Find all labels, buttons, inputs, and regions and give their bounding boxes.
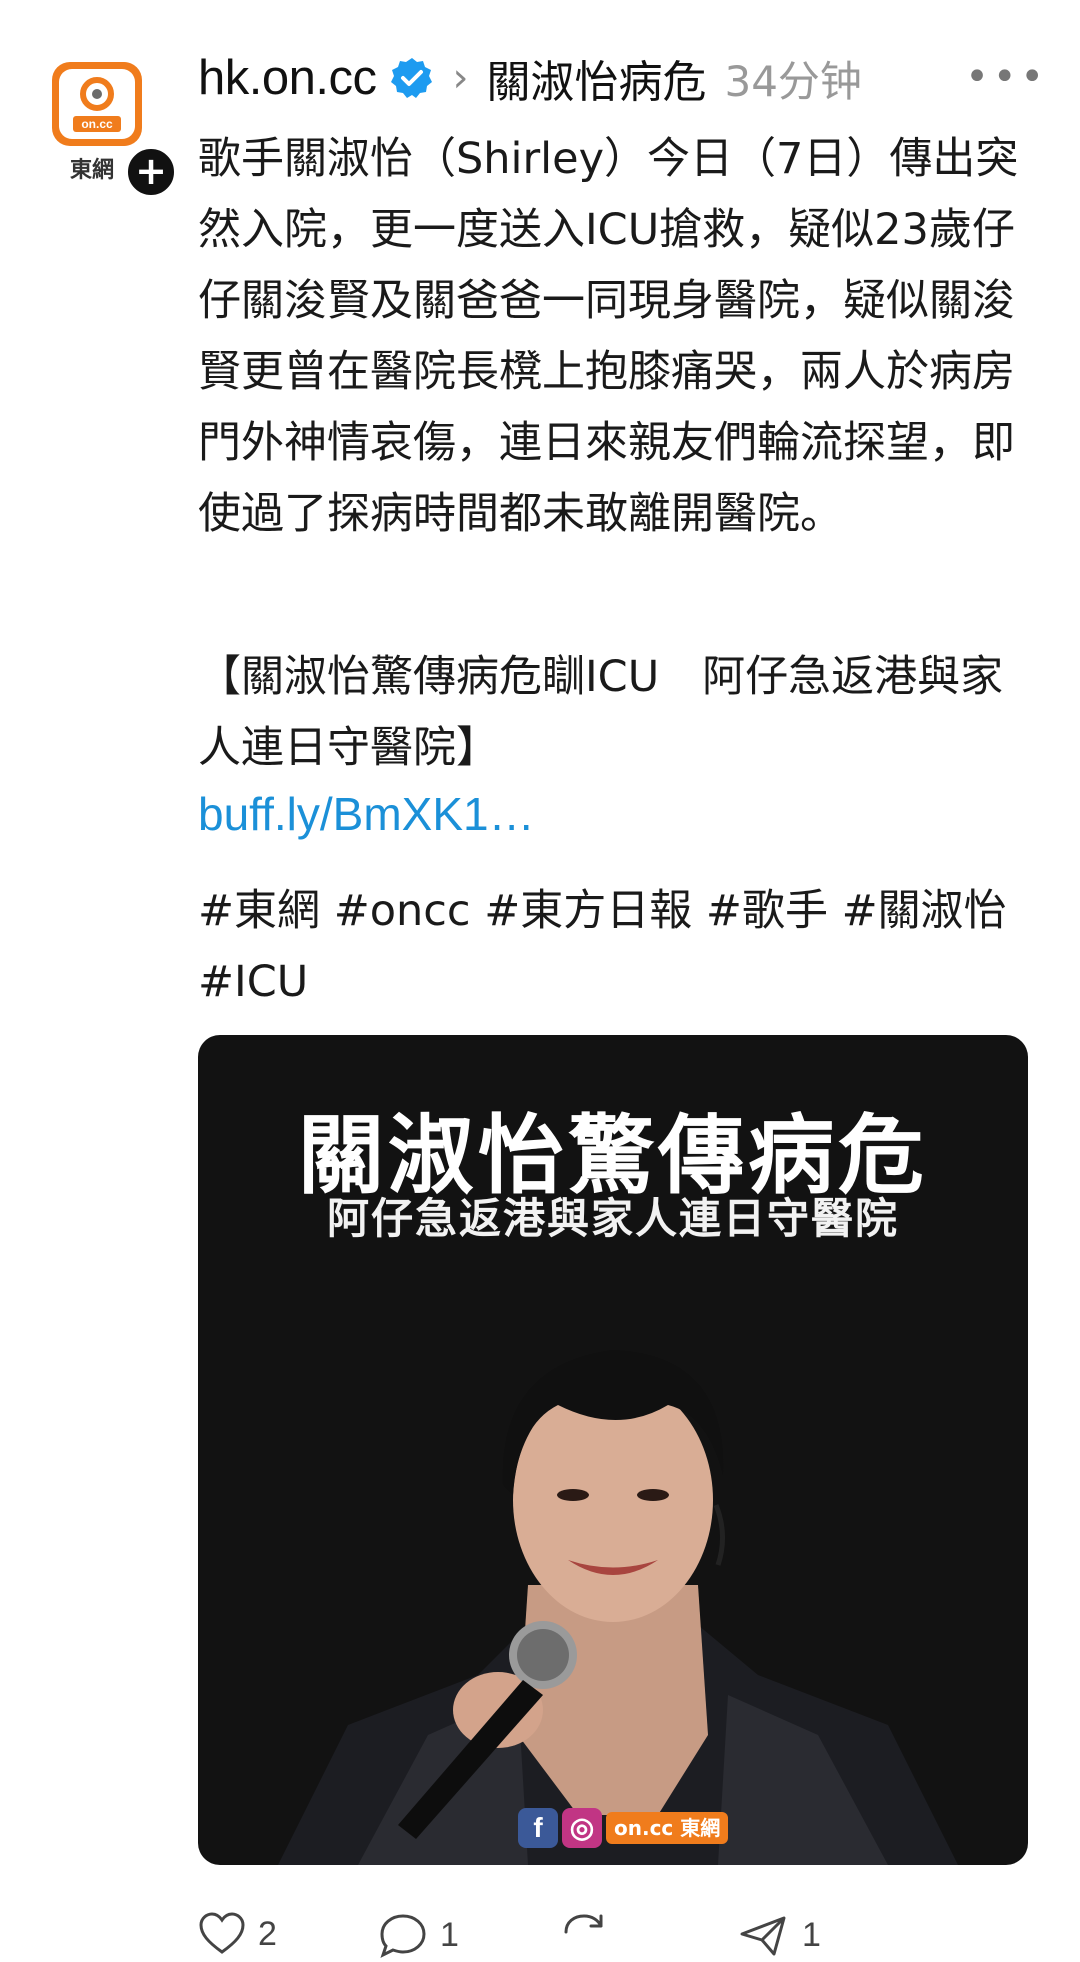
post-body: 歌手關淑怡（Shirley）今日（7日）傳出突然入院，更一度送入ICU搶救，疑似… xyxy=(198,134,1019,539)
post-link[interactable]: buff.ly/BmXK1… xyxy=(198,784,1038,844)
brand-text: 東網 xyxy=(70,158,115,183)
image-subtitle: 阿仔急返港與家人連日守醫院 xyxy=(326,1194,899,1243)
like-count: 2 xyxy=(258,1914,277,1953)
action-bar: 2 1 1 xyxy=(198,1912,1038,1962)
like-button[interactable]: 2 xyxy=(198,1912,277,1956)
topic-link[interactable]: 關淑怡病危 xyxy=(486,46,706,110)
watermark-text: on.cc 東網 xyxy=(606,1812,729,1844)
oncc-logo: on.cc xyxy=(52,62,142,146)
comment-count: 1 xyxy=(440,1915,459,1954)
follow-button[interactable]: + xyxy=(124,145,178,199)
share-icon xyxy=(740,1916,786,1956)
singer-photo xyxy=(278,1350,958,1865)
username[interactable]: hk.on.cc xyxy=(198,50,377,106)
post-image[interactable]: 關淑怡驚傳病危 阿仔急返港與家人連日守醫院 f ◎ on.cc 東網 xyxy=(198,1035,1028,1865)
share-button[interactable]: 1 xyxy=(738,1912,821,1958)
post-time: 34分钟 xyxy=(724,56,862,106)
comment-icon xyxy=(380,1914,426,1958)
facebook-icon: f xyxy=(518,1808,558,1848)
post-headline: 【關淑怡驚傳病危瞓ICU 阿仔急返港與家人連日守醫院】 xyxy=(198,652,1004,773)
chevron-right-icon: › xyxy=(452,55,469,101)
post-hashtags[interactable]: #東網 #oncc #東方日報 #歌手 #關淑怡 #ICU xyxy=(198,876,1038,1018)
logo-ring-icon xyxy=(80,77,114,111)
more-options-icon[interactable]: ••• xyxy=(965,54,1048,100)
heart-icon xyxy=(199,1912,245,1954)
verified-check-icon xyxy=(391,58,433,98)
comment-button[interactable]: 1 xyxy=(378,1912,459,1958)
image-watermark: f ◎ on.cc 東網 xyxy=(518,1807,729,1849)
logo-text: on.cc xyxy=(73,116,121,132)
instagram-icon: ◎ xyxy=(562,1808,602,1848)
repost-icon xyxy=(564,1914,603,1934)
post-header: hk.on.cc › 關淑怡病危 34分钟 ••• xyxy=(198,48,1048,108)
share-count: 1 xyxy=(802,1915,821,1954)
repost-button[interactable] xyxy=(558,1912,622,1958)
